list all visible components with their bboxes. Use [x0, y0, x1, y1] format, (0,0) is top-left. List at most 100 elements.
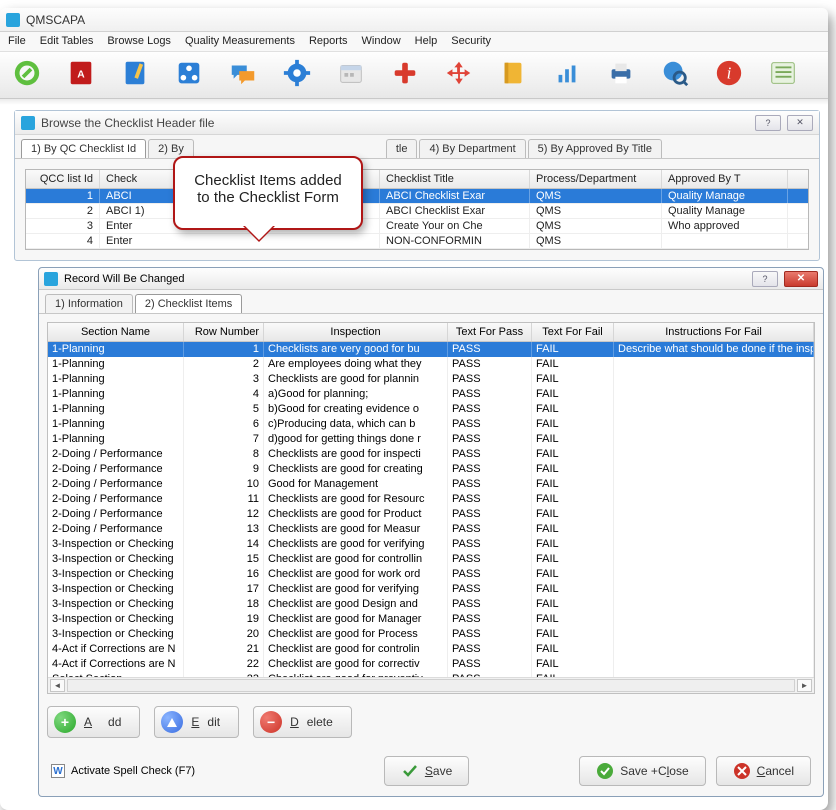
- list-item[interactable]: 4-Act if Corrections are N22Checklist ar…: [48, 657, 814, 672]
- table-row[interactable]: 4EnterNON-CONFORMINQMS: [26, 234, 808, 249]
- col-qcc-id[interactable]: QCC list Id: [26, 170, 100, 188]
- list-item[interactable]: 2-Doing / Performance13Checklists are go…: [48, 522, 814, 537]
- table-row[interactable]: 3EnterCreate Your on CheQMSWho approved: [26, 219, 808, 234]
- toolbar-list-icon[interactable]: [766, 56, 800, 90]
- toolbar-chart-icon[interactable]: [550, 56, 584, 90]
- col-text-fail[interactable]: Text For Fail: [532, 323, 614, 341]
- list-item[interactable]: 4-Act if Corrections are N21Checklist ar…: [48, 642, 814, 657]
- list-item[interactable]: 1-Planning3Checklists are good for plann…: [48, 372, 814, 387]
- items-grid[interactable]: Section Name Row Number Inspection Text …: [47, 322, 815, 694]
- col-instructions-fail[interactable]: Instructions For Fail: [614, 323, 814, 341]
- col-row-number[interactable]: Row Number: [184, 323, 264, 341]
- add-button[interactable]: +Add: [47, 706, 140, 738]
- col-approved-by[interactable]: Approved By T: [662, 170, 788, 188]
- save-button[interactable]: Save: [384, 756, 469, 786]
- toolbar-move-icon[interactable]: [442, 56, 476, 90]
- col-process[interactable]: Process/Department: [530, 170, 662, 188]
- toolbar-print-icon[interactable]: [604, 56, 638, 90]
- tab-by-department[interactable]: 4) By Department: [419, 139, 525, 158]
- table-row[interactable]: 1ABCIABCI Checklist ExarQMSQuality Manag…: [26, 189, 808, 204]
- scroll-right-icon[interactable]: ►: [797, 679, 812, 692]
- col-checklist-title[interactable]: Checklist Title: [380, 170, 530, 188]
- browse-title: Browse the Checklist Header file: [41, 116, 214, 130]
- svg-text:i: i: [727, 64, 732, 83]
- toolbar-chat-icon[interactable]: [226, 56, 260, 90]
- toolbar-add-icon[interactable]: [388, 56, 422, 90]
- list-item[interactable]: 3-Inspection or Checking20Checklist are …: [48, 627, 814, 642]
- list-item[interactable]: 2-Doing / Performance8Checklists are goo…: [48, 447, 814, 462]
- toolbar-validate-icon[interactable]: [10, 56, 44, 90]
- dialog-close-button[interactable]: ✕: [784, 271, 818, 287]
- edit-button[interactable]: Edit: [154, 706, 239, 738]
- tab-by-3[interactable]: tle: [386, 139, 418, 158]
- record-dialog: Record Will Be Changed ? ✕ 1) Informatio…: [38, 267, 824, 797]
- menubar: File Edit Tables Browse Logs Quality Mea…: [0, 32, 828, 52]
- scroll-track[interactable]: [67, 679, 795, 692]
- toolbar-gear-icon[interactable]: [280, 56, 314, 90]
- list-item[interactable]: 2-Doing / Performance10Good for Manageme…: [48, 477, 814, 492]
- col-inspection[interactable]: Inspection: [264, 323, 448, 341]
- callout-annotation: Checklist Items added to the Checklist F…: [173, 156, 363, 230]
- table-row[interactable]: 2ABCI 1)ABCI Checklist ExarQMSQuality Ma…: [26, 204, 808, 219]
- spellcheck-label: Activate Spell Check (F7): [71, 765, 195, 777]
- tab-by-approved-by[interactable]: 5) By Approved By Title: [528, 139, 662, 158]
- toolbar-globe-search-icon[interactable]: [658, 56, 692, 90]
- menu-browse-logs[interactable]: Browse Logs: [107, 35, 171, 47]
- spellcheck-checkbox[interactable]: W: [51, 764, 65, 778]
- close-button[interactable]: ✕: [787, 115, 813, 131]
- browse-icon: [21, 116, 35, 130]
- horizontal-scrollbar[interactable]: ◄ ►: [48, 677, 814, 693]
- list-item[interactable]: 1-Planning7d)good for getting things don…: [48, 432, 814, 447]
- list-item[interactable]: 1-Planning5b)Good for creating evidence …: [48, 402, 814, 417]
- tab-by-checklist-id[interactable]: 1) By QC Checklist Id: [21, 139, 146, 158]
- menu-window[interactable]: Window: [362, 35, 401, 47]
- toolbar-book-icon[interactable]: [496, 56, 530, 90]
- app-titlebar: QMSCAPA: [0, 8, 828, 32]
- list-item[interactable]: 1-Planning6c)Producing data, which can b…: [48, 417, 814, 432]
- list-item[interactable]: 3-Inspection or Checking17Checklist are …: [48, 582, 814, 597]
- toolbar-calendar-icon[interactable]: [334, 56, 368, 90]
- cancel-button[interactable]: Cancel: [716, 756, 811, 786]
- list-item[interactable]: 1-Planning2Are employees doing what they…: [48, 357, 814, 372]
- browse-grid[interactable]: QCC list Id Check Checklist Title Proces…: [25, 169, 809, 250]
- menu-file[interactable]: File: [8, 35, 26, 47]
- menu-help[interactable]: Help: [415, 35, 438, 47]
- check-icon: [401, 762, 419, 780]
- browse-tabs: 1) By QC Checklist Id 2) By tle 4) By De…: [15, 135, 819, 159]
- save-close-button[interactable]: Save +Close: [579, 756, 705, 786]
- list-item[interactable]: 2-Doing / Performance11Checklists are go…: [48, 492, 814, 507]
- toolbar-org-icon[interactable]: [172, 56, 206, 90]
- toolbar-note-icon[interactable]: [118, 56, 152, 90]
- list-item[interactable]: 3-Inspection or Checking14Checklists are…: [48, 537, 814, 552]
- menu-security[interactable]: Security: [451, 35, 491, 47]
- menu-edit-tables[interactable]: Edit Tables: [40, 35, 94, 47]
- ok-icon: [596, 762, 614, 780]
- toolbar-pdf-icon[interactable]: A: [64, 56, 98, 90]
- help-button[interactable]: ?: [755, 115, 781, 131]
- menu-reports[interactable]: Reports: [309, 35, 348, 47]
- menu-quality-measurements[interactable]: Quality Measurements: [185, 35, 295, 47]
- edit-icon: [161, 711, 183, 733]
- list-item[interactable]: 3-Inspection or Checking15Checklist are …: [48, 552, 814, 567]
- delete-button[interactable]: −Delete: [253, 706, 352, 738]
- toolbar-info-icon[interactable]: i: [712, 56, 746, 90]
- plus-icon: +: [54, 711, 76, 733]
- cancel-icon: [733, 762, 751, 780]
- list-item[interactable]: 3-Inspection or Checking19Checklist are …: [48, 612, 814, 627]
- col-section-name[interactable]: Section Name: [48, 323, 184, 341]
- dialog-title: Record Will Be Changed: [64, 273, 184, 285]
- tab-information[interactable]: 1) Information: [45, 294, 133, 313]
- list-item[interactable]: 1-Planning1Checklists are very good for …: [48, 342, 814, 357]
- edit-label: dit: [207, 715, 220, 729]
- toolbar: A i: [0, 52, 828, 99]
- list-item[interactable]: 1-Planning4a)Good for planning;PASSFAIL: [48, 387, 814, 402]
- col-text-pass[interactable]: Text For Pass: [448, 323, 532, 341]
- scroll-left-icon[interactable]: ◄: [50, 679, 65, 692]
- list-item[interactable]: 3-Inspection or Checking18Checklist are …: [48, 597, 814, 612]
- list-item[interactable]: 2-Doing / Performance9Checklists are goo…: [48, 462, 814, 477]
- app-icon: [6, 13, 20, 27]
- tab-checklist-items[interactable]: 2) Checklist Items: [135, 294, 242, 313]
- dialog-help-button[interactable]: ?: [752, 271, 778, 287]
- list-item[interactable]: 3-Inspection or Checking16Checklist are …: [48, 567, 814, 582]
- list-item[interactable]: 2-Doing / Performance12Checklists are go…: [48, 507, 814, 522]
